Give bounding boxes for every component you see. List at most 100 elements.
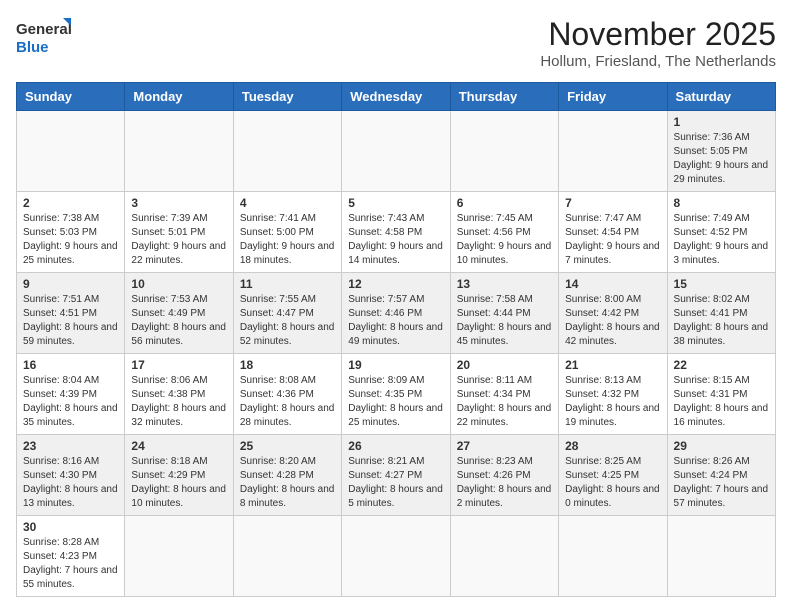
weekday-header-sunday: Sunday [17, 83, 125, 111]
day-info: Sunrise: 7:51 AM Sunset: 4:51 PM Dayligh… [23, 293, 118, 349]
calendar-cell: 2 Sunrise: 7:38 AM Sunset: 5:03 PM Daylig… [17, 192, 125, 273]
day-number: 21 [565, 358, 660, 372]
weekday-header-saturday: Saturday [667, 83, 775, 111]
day-number: 28 [565, 439, 660, 453]
calendar-title: November 2025 [540, 16, 776, 53]
day-info: Sunrise: 8:25 AM Sunset: 4:25 PM Dayligh… [565, 455, 660, 511]
calendar-cell [233, 111, 341, 192]
calendar-week-row: 23Sunrise: 8:16 AM Sunset: 4:30 PM Dayli… [17, 435, 776, 516]
day-number: 30 [23, 520, 118, 534]
weekday-header-wednesday: Wednesday [342, 83, 450, 111]
calendar-cell: 10Sunrise: 7:53 AM Sunset: 4:49 PM Dayli… [125, 273, 233, 354]
calendar-cell: 8 Sunrise: 7:49 AM Sunset: 4:52 PM Daylig… [667, 192, 775, 273]
calendar-cell: 20 Sunrise: 8:11 AM Sunset: 4:34 PM Dayli… [450, 354, 558, 435]
calendar-cell: 21 Sunrise: 8:13 AM Sunset: 4:32 PM Dayli… [559, 354, 667, 435]
day-number: 17 [131, 358, 226, 372]
calendar-subtitle: Hollum, Friesland, The Netherlands [540, 53, 776, 70]
calendar-cell: 26Sunrise: 8:21 AM Sunset: 4:27 PM Dayli… [342, 435, 450, 516]
calendar-cell: 25 Sunrise: 8:20 AM Sunset: 4:28 PM Dayli… [233, 435, 341, 516]
day-number: 15 [674, 277, 769, 291]
calendar-cell: 6Sunrise: 7:45 AM Sunset: 4:56 PM Daylig… [450, 192, 558, 273]
weekday-header-friday: Friday [559, 83, 667, 111]
day-info: Sunrise: 8:21 AM Sunset: 4:27 PM Dayligh… [348, 455, 443, 511]
calendar-cell [667, 516, 775, 597]
calendar-cell: 5Sunrise: 7:43 AM Sunset: 4:58 PM Daylig… [342, 192, 450, 273]
day-info: Sunrise: 7:43 AM Sunset: 4:58 PM Dayligh… [348, 212, 443, 268]
day-info: Sunrise: 8:15 AM Sunset: 4:31 PM Dayligh… [674, 374, 769, 430]
weekday-header-row: SundayMondayTuesdayWednesdayThursdayFrid… [17, 83, 776, 111]
svg-text:Blue: Blue [16, 39, 49, 56]
day-number: 20 [457, 358, 552, 372]
calendar-cell [125, 516, 233, 597]
calendar-cell [17, 111, 125, 192]
day-number: 1 [674, 115, 769, 129]
day-number: 25 [240, 439, 335, 453]
day-info: Sunrise: 8:18 AM Sunset: 4:29 PM Dayligh… [131, 455, 226, 511]
calendar-cell: 1 Sunrise: 7:36 AM Sunset: 5:05 PM Daylig… [667, 111, 775, 192]
weekday-header-thursday: Thursday [450, 83, 558, 111]
day-info: Sunrise: 7:57 AM Sunset: 4:46 PM Dayligh… [348, 293, 443, 349]
day-number: 4 [240, 196, 335, 210]
logo: General Blue [16, 16, 71, 58]
day-number: 18 [240, 358, 335, 372]
day-info: Sunrise: 8:20 AM Sunset: 4:28 PM Dayligh… [240, 455, 335, 511]
calendar-week-row: 9 Sunrise: 7:51 AM Sunset: 4:51 PM Daylig… [17, 273, 776, 354]
day-info: Sunrise: 7:39 AM Sunset: 5:01 PM Dayligh… [131, 212, 226, 268]
day-info: Sunrise: 7:58 AM Sunset: 4:44 PM Dayligh… [457, 293, 552, 349]
day-number: 16 [23, 358, 118, 372]
day-info: Sunrise: 8:00 AM Sunset: 4:42 PM Dayligh… [565, 293, 660, 349]
day-info: Sunrise: 8:06 AM Sunset: 4:38 PM Dayligh… [131, 374, 226, 430]
calendar-cell [559, 516, 667, 597]
day-info: Sunrise: 7:55 AM Sunset: 4:47 PM Dayligh… [240, 293, 335, 349]
calendar-cell: 16 Sunrise: 8:04 AM Sunset: 4:39 PM Dayli… [17, 354, 125, 435]
calendar-cell: 9 Sunrise: 7:51 AM Sunset: 4:51 PM Daylig… [17, 273, 125, 354]
day-number: 2 [23, 196, 118, 210]
calendar-cell: 11Sunrise: 7:55 AM Sunset: 4:47 PM Dayli… [233, 273, 341, 354]
calendar-cell [342, 516, 450, 597]
logo-svg: General Blue [16, 16, 71, 58]
calendar-week-row: 2 Sunrise: 7:38 AM Sunset: 5:03 PM Daylig… [17, 192, 776, 273]
calendar-cell: 22Sunrise: 8:15 AM Sunset: 4:31 PM Dayli… [667, 354, 775, 435]
day-number: 19 [348, 358, 443, 372]
day-info: Sunrise: 8:23 AM Sunset: 4:26 PM Dayligh… [457, 455, 552, 511]
day-number: 9 [23, 277, 118, 291]
day-info: Sunrise: 8:16 AM Sunset: 4:30 PM Dayligh… [23, 455, 118, 511]
day-info: Sunrise: 8:28 AM Sunset: 4:23 PM Dayligh… [23, 536, 118, 592]
calendar-cell: 12 Sunrise: 7:57 AM Sunset: 4:46 PM Dayli… [342, 273, 450, 354]
day-info: Sunrise: 7:47 AM Sunset: 4:54 PM Dayligh… [565, 212, 660, 268]
calendar-cell: 18 Sunrise: 8:08 AM Sunset: 4:36 PM Dayli… [233, 354, 341, 435]
calendar-week-row: 1 Sunrise: 7:36 AM Sunset: 5:05 PM Daylig… [17, 111, 776, 192]
day-info: Sunrise: 7:41 AM Sunset: 5:00 PM Dayligh… [240, 212, 335, 268]
calendar-week-row: 30 Sunrise: 8:28 AM Sunset: 4:23 PM Dayli… [17, 516, 776, 597]
day-number: 24 [131, 439, 226, 453]
calendar-cell: 28 Sunrise: 8:25 AM Sunset: 4:25 PM Dayli… [559, 435, 667, 516]
day-number: 10 [131, 277, 226, 291]
day-info: Sunrise: 7:49 AM Sunset: 4:52 PM Dayligh… [674, 212, 769, 268]
day-info: Sunrise: 7:38 AM Sunset: 5:03 PM Dayligh… [23, 212, 118, 268]
day-info: Sunrise: 8:04 AM Sunset: 4:39 PM Dayligh… [23, 374, 118, 430]
calendar-cell: 17 Sunrise: 8:06 AM Sunset: 4:38 PM Dayli… [125, 354, 233, 435]
day-info: Sunrise: 8:11 AM Sunset: 4:34 PM Dayligh… [457, 374, 552, 430]
calendar-cell: 27 Sunrise: 8:23 AM Sunset: 4:26 PM Dayli… [450, 435, 558, 516]
calendar-cell: 24 Sunrise: 8:18 AM Sunset: 4:29 PM Dayli… [125, 435, 233, 516]
day-info: Sunrise: 8:13 AM Sunset: 4:32 PM Dayligh… [565, 374, 660, 430]
day-info: Sunrise: 7:45 AM Sunset: 4:56 PM Dayligh… [457, 212, 552, 268]
day-info: Sunrise: 8:08 AM Sunset: 4:36 PM Dayligh… [240, 374, 335, 430]
calendar-cell: 23Sunrise: 8:16 AM Sunset: 4:30 PM Dayli… [17, 435, 125, 516]
header: General Blue November 2025 Hollum, Fries… [16, 16, 776, 70]
day-info: Sunrise: 7:36 AM Sunset: 5:05 PM Dayligh… [674, 131, 769, 187]
title-area: November 2025 Hollum, Friesland, The Net… [540, 16, 776, 70]
calendar-cell [450, 111, 558, 192]
calendar-cell: 3Sunrise: 7:39 AM Sunset: 5:01 PM Daylig… [125, 192, 233, 273]
calendar-cell: 29Sunrise: 8:26 AM Sunset: 4:24 PM Dayli… [667, 435, 775, 516]
day-number: 7 [565, 196, 660, 210]
calendar-cell: 15 Sunrise: 8:02 AM Sunset: 4:41 PM Dayli… [667, 273, 775, 354]
day-number: 12 [348, 277, 443, 291]
day-number: 8 [674, 196, 769, 210]
day-number: 27 [457, 439, 552, 453]
day-number: 14 [565, 277, 660, 291]
weekday-header-monday: Monday [125, 83, 233, 111]
calendar-cell: 14 Sunrise: 8:00 AM Sunset: 4:42 PM Dayli… [559, 273, 667, 354]
day-info: Sunrise: 8:02 AM Sunset: 4:41 PM Dayligh… [674, 293, 769, 349]
calendar-cell [125, 111, 233, 192]
